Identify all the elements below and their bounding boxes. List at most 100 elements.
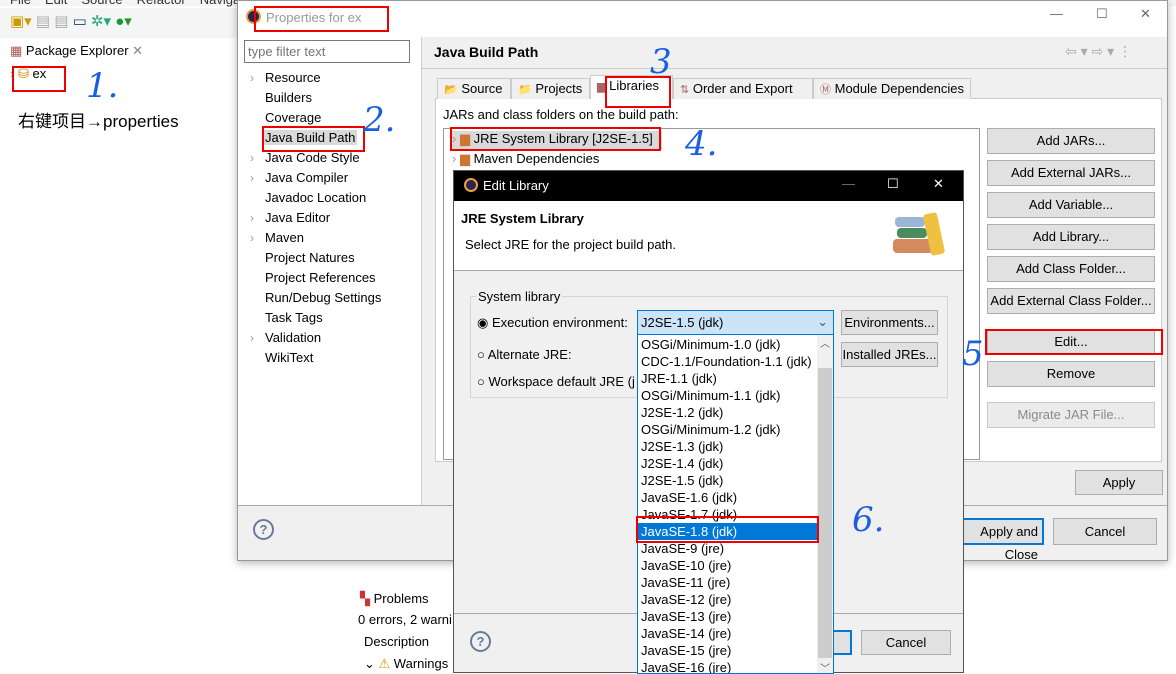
installed-jres-button[interactable]: Installed JREs... [841,342,938,367]
package-explorer-tab[interactable]: ▦ Package Explorer ✕ [10,43,143,59]
close-icon[interactable]: ✕ [132,43,143,58]
environment-option[interactable]: J2SE-1.5 (jdk) [638,472,818,489]
entry-maven[interactable]: › ▆ Maven Dependencies [452,151,599,167]
environment-option[interactable]: JRE-1.1 (jdk) [638,370,818,387]
tree-item[interactable]: Project Natures [265,250,355,265]
maximize-button[interactable]: ☐ [1096,6,1108,22]
cancel-button[interactable]: Cancel [861,630,951,655]
environment-option[interactable]: OSGi/Minimum-1.1 (jdk) [638,387,818,404]
tree-item[interactable]: Builders [265,90,312,105]
expand-icon[interactable]: › [250,151,254,165]
build-path-button[interactable]: Add Class Folder... [987,256,1155,282]
filter-input[interactable] [244,40,410,63]
tree-item[interactable]: Java Build Path [263,130,358,145]
build-path-button[interactable]: Add External Class Folder... [987,288,1155,314]
radio-alternate-jre[interactable]: ○ Alternate JRE: [477,347,572,362]
project-item[interactable]: › ⛁ ex [10,66,46,82]
expand-icon[interactable]: › [250,171,254,185]
environment-option[interactable]: OSGi/Minimum-1.2 (jdk) [638,421,818,438]
tree-item[interactable]: Java Editor [265,210,330,225]
environment-option[interactable]: JavaSE-12 (jre) [638,591,818,608]
eclipse-icon [246,9,261,24]
apply-button[interactable]: Apply [1075,470,1163,495]
expand-icon[interactable]: › [250,331,254,345]
entry-jre[interactable]: › ▆ JRE System Library [J2SE-1.5] [452,131,662,149]
tree-item[interactable]: Java Code Style [265,150,360,165]
tree-item[interactable]: Run/Debug Settings [265,290,381,305]
environment-option[interactable]: CDC-1.1/Foundation-1.1 (jdk) [638,353,818,370]
environment-option[interactable]: OSGi/Minimum-1.0 (jdk) [638,336,818,353]
tab[interactable]: Ⓜ Module Dependencies [813,78,971,99]
save-icon[interactable]: ▤ ▤ [36,13,69,30]
tree-item[interactable]: Java Compiler [265,170,348,185]
help-icon[interactable]: ? [470,631,491,652]
build-path-button[interactable]: Migrate JAR File... [987,402,1155,428]
build-path-button[interactable]: Add External JARs... [987,160,1155,186]
debug-icon[interactable]: ✲▾ [91,13,111,30]
environment-option[interactable]: JavaSE-1.7 (jdk) [638,506,818,523]
build-path-button[interactable]: Remove [987,361,1155,387]
radio-workspace-default[interactable]: ○ Workspace default JRE (j [477,374,635,389]
environment-option[interactable]: JavaSE-9 (jre) [638,540,818,557]
menu-item[interactable]: Source [81,0,122,7]
tab[interactable]: 📁 Projects [511,78,590,99]
description-header: Description [364,634,430,649]
scrollbar-thumb[interactable] [818,368,832,658]
tree-item[interactable]: Resource [265,70,321,85]
menu-item[interactable]: File [10,0,31,7]
scrollbar[interactable]: ︿ ﹀ [817,335,833,673]
environment-option[interactable]: JavaSE-14 (jre) [638,625,818,642]
environment-option[interactable]: J2SE-1.4 (jdk) [638,455,818,472]
new-icon[interactable]: ▣▾ [10,13,32,30]
tree-item[interactable]: Coverage [265,110,321,125]
close-button[interactable]: ✕ [933,176,944,192]
tab[interactable]: 📂 Source [437,78,511,99]
expand-icon[interactable]: › [250,231,254,245]
close-button[interactable]: ✕ [1140,6,1151,22]
tab[interactable]: ▆ Libraries [590,75,673,99]
tree-item[interactable]: Project References [265,270,376,285]
maximize-button[interactable]: ☐ [887,176,899,192]
scroll-down-icon[interactable]: ﹀ [817,660,833,673]
tree-item[interactable]: WikiText [265,350,313,365]
radio-execution-environment[interactable]: ◉ Execution environment: [477,315,628,331]
environment-option[interactable]: JavaSE-11 (jre) [638,574,818,591]
problems-tab[interactable]: ▚ Problems [360,591,429,607]
books-icon [893,212,946,259]
tab[interactable]: ⇅ Order and Export [673,78,813,99]
tree-item[interactable]: Javadoc Location [265,190,366,205]
environments-button[interactable]: Environments... [841,310,938,335]
environment-option[interactable]: JavaSE-1.6 (jdk) [638,489,818,506]
environment-option[interactable]: J2SE-1.2 (jdk) [638,404,818,421]
environment-option[interactable]: JavaSE-1.8 (jdk) [638,523,818,540]
help-icon[interactable]: ? [253,519,274,540]
minimize-button[interactable]: — [1050,6,1063,21]
history-nav[interactable]: ⇦ ▾ ⇨ ▾ ⋮ [1065,43,1132,60]
tree-item[interactable]: Maven [265,230,304,245]
build-path-button[interactable]: Add JARs... [987,128,1155,154]
tree-item[interactable]: Validation [265,330,321,345]
menu-item[interactable]: Refactor [137,0,186,7]
menu-item[interactable]: Edit [45,0,67,7]
scroll-up-icon[interactable]: ︿ [817,335,833,350]
monitor-icon[interactable]: ▭ [73,13,87,30]
environment-option[interactable]: JavaSE-13 (jre) [638,608,818,625]
tree-item[interactable]: Task Tags [265,310,323,325]
environment-option[interactable]: JavaSE-15 (jre) [638,642,818,659]
environment-dropdown-list[interactable]: OSGi/Minimum-1.0 (jdk) CDC-1.1/Foundation… [637,334,834,674]
environment-option[interactable]: JavaSE-16 (jre) [638,659,818,673]
expand-icon[interactable]: › [250,211,254,225]
annotation-1: 1. [86,66,119,106]
expand-icon[interactable]: › [250,71,254,85]
warnings-row[interactable]: ⌄ ⚠ Warnings [364,656,448,672]
group-label: System library [476,289,563,304]
run-icon[interactable]: ●▾ [115,13,132,30]
cancel-button[interactable]: Cancel [1053,518,1157,545]
minimize-button[interactable]: — [842,176,855,191]
build-path-button[interactable]: Edit... [987,329,1155,355]
environment-option[interactable]: JavaSE-10 (jre) [638,557,818,574]
build-path-button[interactable]: Add Library... [987,224,1155,250]
build-path-button[interactable]: Add Variable... [987,192,1155,218]
environment-combo[interactable]: J2SE-1.5 (jdk) ⌄ [637,310,834,335]
environment-option[interactable]: J2SE-1.3 (jdk) [638,438,818,455]
